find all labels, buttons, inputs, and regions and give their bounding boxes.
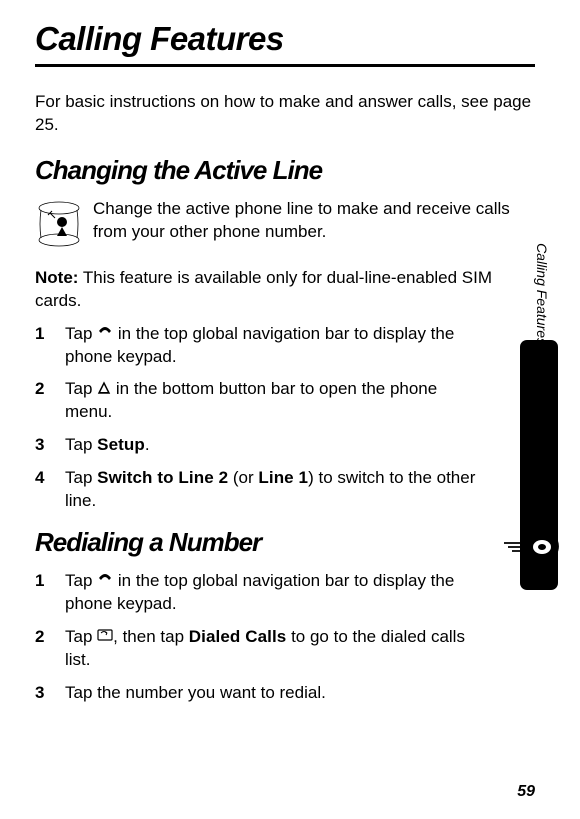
step-1: Tap in the top global navigation bar to … — [35, 323, 485, 369]
page-number: 59 — [517, 783, 535, 801]
step-2: Tap , then tap Dialed Calls to go to the… — [35, 626, 485, 672]
step-text: in the bottom button bar to open the pho… — [65, 379, 437, 421]
step-text: . — [145, 435, 150, 454]
phone-corner-icon — [502, 525, 562, 575]
section-heading-redial: Redialing a Number — [35, 527, 535, 558]
section2-steps: Tap in the top global navigation bar to … — [35, 570, 535, 705]
section1-steps: Tap in the top global navigation bar to … — [35, 323, 535, 514]
step-text: in the top global navigation bar to disp… — [65, 324, 454, 366]
step-text: Tap — [65, 379, 97, 398]
note-text: This feature is available only for dual-… — [35, 268, 492, 310]
side-tab-label: Calling Features — [534, 243, 550, 345]
section1-paragraph: Change the active phone line to make and… — [93, 199, 510, 241]
recent-calls-icon — [97, 626, 113, 649]
step-text: Tap — [65, 571, 97, 590]
switch-to-line2-label: Switch to Line 2 — [97, 468, 228, 487]
note-label: Note: — [35, 268, 78, 287]
step-text: Tap — [65, 468, 97, 487]
step-4: Tap Switch to Line 2 (or Line 1) to swit… — [35, 467, 485, 513]
line1-label: Line 1 — [258, 468, 308, 487]
page-title: Calling Features — [35, 20, 535, 67]
menu-arrow-icon — [97, 379, 111, 402]
dialed-calls-label: Dialed Calls — [189, 627, 287, 646]
step-text: (or — [228, 468, 258, 487]
step-text: in the top global navigation bar to disp… — [65, 571, 454, 613]
step-3: Tap the number you want to redial. — [35, 682, 485, 705]
section-heading-active-line: Changing the Active Line — [35, 155, 535, 186]
note-block: Change the active phone line to make and… — [35, 198, 535, 313]
setup-label: Setup — [97, 435, 145, 454]
phone-handset-icon — [97, 570, 113, 593]
step-2: Tap in the bottom button bar to open the… — [35, 378, 485, 424]
step-1: Tap in the top global navigation bar to … — [35, 570, 485, 616]
phone-handset-icon — [97, 323, 113, 346]
step-text: Tap — [65, 324, 97, 343]
step-text: Tap the number you want to redial. — [65, 683, 326, 702]
network-subscription-badge-icon — [35, 200, 83, 255]
intro-paragraph: For basic instructions on how to make an… — [35, 91, 535, 137]
step-text: Tap — [65, 435, 97, 454]
step-text: , then tap — [113, 627, 189, 646]
step-3: Tap Setup. — [35, 434, 485, 457]
step-text: Tap — [65, 627, 97, 646]
